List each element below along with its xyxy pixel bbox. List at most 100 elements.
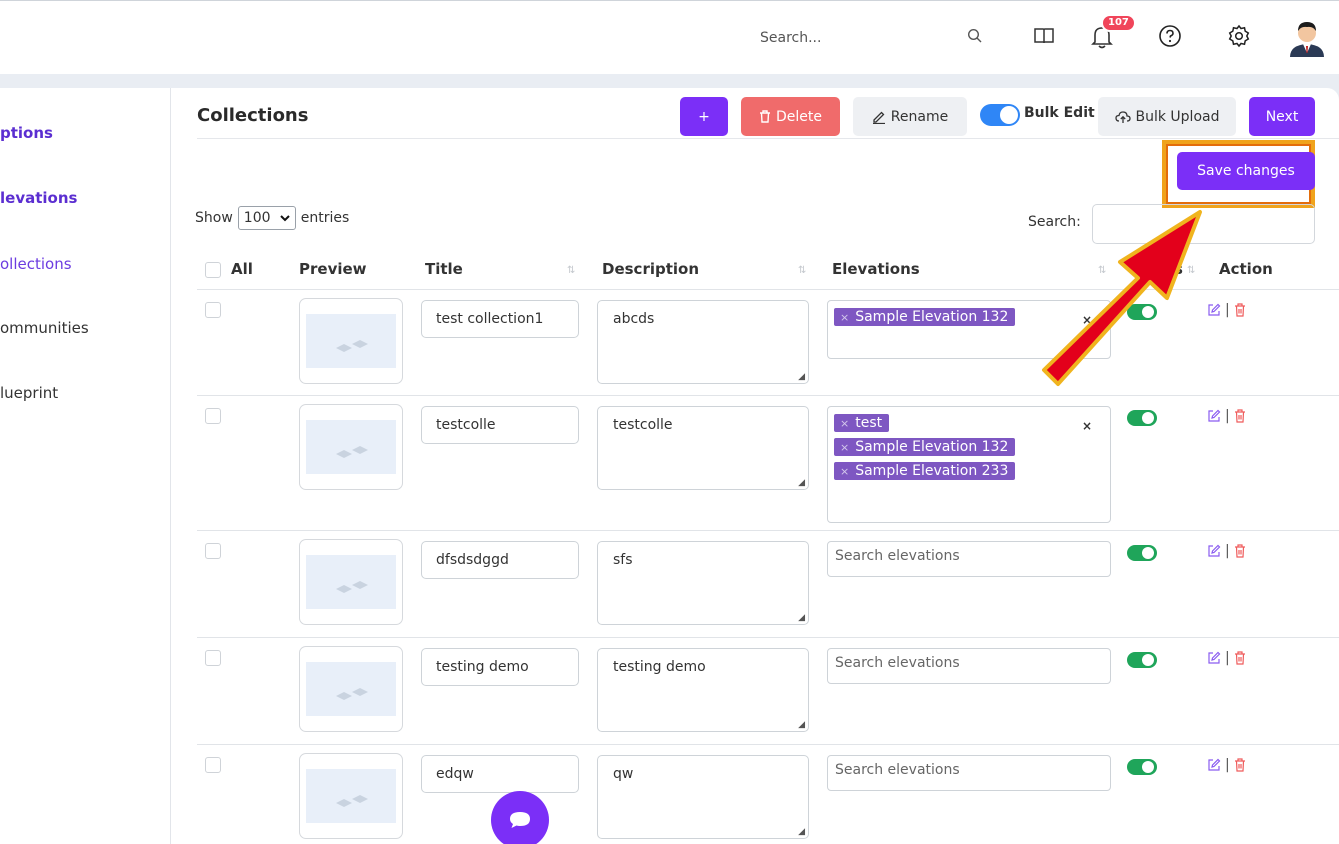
- elevation-tag-label: Sample Elevation 233: [855, 463, 1009, 479]
- elevations-select[interactable]: Search elevations: [827, 648, 1111, 684]
- description-input[interactable]: testcolle ◢: [597, 406, 809, 490]
- table-row: sfs ◢ Search elevations |: [197, 531, 1339, 638]
- elevations-search-input[interactable]: Search elevations: [834, 762, 960, 778]
- action-divider: |: [1225, 302, 1230, 318]
- edit-icon[interactable]: [1207, 303, 1221, 317]
- edit-icon[interactable]: [1207, 409, 1221, 423]
- status-toggle[interactable]: [1127, 652, 1157, 668]
- elevations-select[interactable]: × test × Sample Elevation 132 × Sample Elev…: [827, 406, 1111, 523]
- title-input[interactable]: [421, 406, 579, 444]
- row-checkbox[interactable]: [205, 650, 221, 666]
- description-text: sfs: [613, 552, 633, 568]
- row-checkbox[interactable]: [205, 757, 221, 773]
- preview-thumbnail[interactable]: [299, 539, 403, 625]
- collections-panel: Collections + Delete Rename Bulk Edit Bu…: [170, 88, 1339, 844]
- delete-label: Delete: [776, 108, 822, 125]
- gear-icon[interactable]: [1222, 19, 1256, 53]
- rename-button[interactable]: Rename: [853, 97, 967, 136]
- resize-handle[interactable]: ◢: [798, 827, 805, 837]
- row-checkbox[interactable]: [205, 302, 221, 318]
- bulk-upload-button[interactable]: Bulk Upload: [1098, 97, 1236, 136]
- elevations-select[interactable]: Search elevations: [827, 755, 1111, 791]
- elevations-select[interactable]: × Sample Elevation 132 ×: [827, 300, 1111, 359]
- elevations-search-input[interactable]: Search elevations: [834, 655, 960, 671]
- bulk-edit-label: Bulk Edit: [1024, 105, 1095, 121]
- entries-select[interactable]: 100: [237, 206, 296, 230]
- column-preview: Preview: [299, 260, 367, 278]
- save-changes-button[interactable]: Save changes: [1177, 152, 1315, 190]
- notification-badge: 107: [1101, 14, 1136, 32]
- resize-handle[interactable]: ◢: [798, 613, 805, 623]
- remove-tag-icon[interactable]: ×: [840, 465, 849, 478]
- table-search-input[interactable]: [1092, 204, 1315, 244]
- elevation-tag: × Sample Elevation 132: [834, 308, 1016, 326]
- preview-thumbnail[interactable]: [299, 646, 403, 732]
- sidebar-item-collections[interactable]: ollections: [0, 255, 72, 273]
- trash-icon[interactable]: [1234, 303, 1246, 317]
- column-status[interactable]: s: [1174, 260, 1183, 278]
- elevations-search-input[interactable]: Search elevations: [834, 548, 960, 564]
- add-button[interactable]: +: [680, 97, 728, 136]
- search-icon[interactable]: [958, 19, 992, 53]
- column-elevations[interactable]: Elevations: [832, 260, 920, 278]
- sort-icon: ⇅: [1187, 265, 1196, 276]
- select-all-checkbox[interactable]: [205, 262, 221, 278]
- trash-icon[interactable]: [1234, 409, 1246, 423]
- sidebar-item-options[interactable]: ptions: [0, 124, 53, 142]
- description-input[interactable]: abcds ◢: [597, 300, 809, 384]
- preview-thumbnail[interactable]: [299, 404, 403, 490]
- book-icon[interactable]: [1027, 19, 1061, 53]
- trash-icon[interactable]: [1234, 651, 1246, 665]
- trash-icon: [760, 110, 770, 123]
- remove-tag-icon[interactable]: ×: [840, 441, 849, 454]
- page-title: Collections: [197, 105, 309, 126]
- bulk-edit-toggle[interactable]: [980, 104, 1020, 126]
- status-toggle[interactable]: [1127, 759, 1157, 775]
- status-toggle[interactable]: [1127, 545, 1157, 561]
- sidebar-item-elevations[interactable]: levations: [0, 189, 77, 207]
- resize-handle[interactable]: ◢: [798, 720, 805, 730]
- status-toggle[interactable]: [1127, 410, 1157, 426]
- elevation-tag-label: Sample Elevation 132: [855, 439, 1009, 455]
- user-avatar[interactable]: [1287, 17, 1327, 57]
- title-input[interactable]: [421, 541, 579, 579]
- clear-icon[interactable]: ×: [1082, 419, 1092, 433]
- row-checkbox[interactable]: [205, 408, 221, 424]
- sort-icon: ⇅: [1098, 265, 1107, 276]
- sidebar-item-communities[interactable]: ommunities: [0, 319, 89, 337]
- add-label: +: [698, 108, 710, 125]
- column-description[interactable]: Description: [602, 260, 699, 278]
- description-input[interactable]: testing demo ◢: [597, 648, 809, 732]
- description-input[interactable]: qw ◢: [597, 755, 809, 839]
- preview-thumbnail[interactable]: [299, 753, 403, 839]
- action-divider: |: [1225, 543, 1230, 559]
- chat-button[interactable]: [491, 791, 549, 844]
- resize-handle[interactable]: ◢: [798, 478, 805, 488]
- clear-icon[interactable]: ×: [1082, 313, 1092, 327]
- sidebar-item-blueprint[interactable]: lueprint: [0, 384, 58, 402]
- elevations-select[interactable]: Search elevations: [827, 541, 1111, 577]
- trash-icon[interactable]: [1234, 544, 1246, 558]
- row-actions: |: [1207, 757, 1246, 773]
- description-input[interactable]: sfs ◢: [597, 541, 809, 625]
- edit-icon[interactable]: [1207, 651, 1221, 665]
- help-icon[interactable]: [1153, 19, 1187, 53]
- remove-tag-icon[interactable]: ×: [840, 311, 849, 324]
- remove-tag-icon[interactable]: ×: [840, 417, 849, 430]
- edit-icon[interactable]: [1207, 544, 1221, 558]
- delete-button[interactable]: Delete: [741, 97, 840, 136]
- title-input[interactable]: [421, 300, 579, 338]
- edit-icon[interactable]: [1207, 758, 1221, 772]
- resize-handle[interactable]: ◢: [798, 372, 805, 382]
- preview-thumbnail[interactable]: [299, 298, 403, 384]
- title-input[interactable]: [421, 755, 579, 793]
- next-button[interactable]: Next: [1249, 97, 1315, 136]
- sort-icon: ⇅: [798, 265, 807, 276]
- status-toggle[interactable]: [1127, 304, 1157, 320]
- title-divider: [197, 138, 1339, 139]
- trash-icon[interactable]: [1234, 758, 1246, 772]
- column-title[interactable]: Title: [425, 260, 463, 278]
- title-input[interactable]: [421, 648, 579, 686]
- elevation-tag-label: Sample Elevation 132: [855, 309, 1009, 325]
- row-checkbox[interactable]: [205, 543, 221, 559]
